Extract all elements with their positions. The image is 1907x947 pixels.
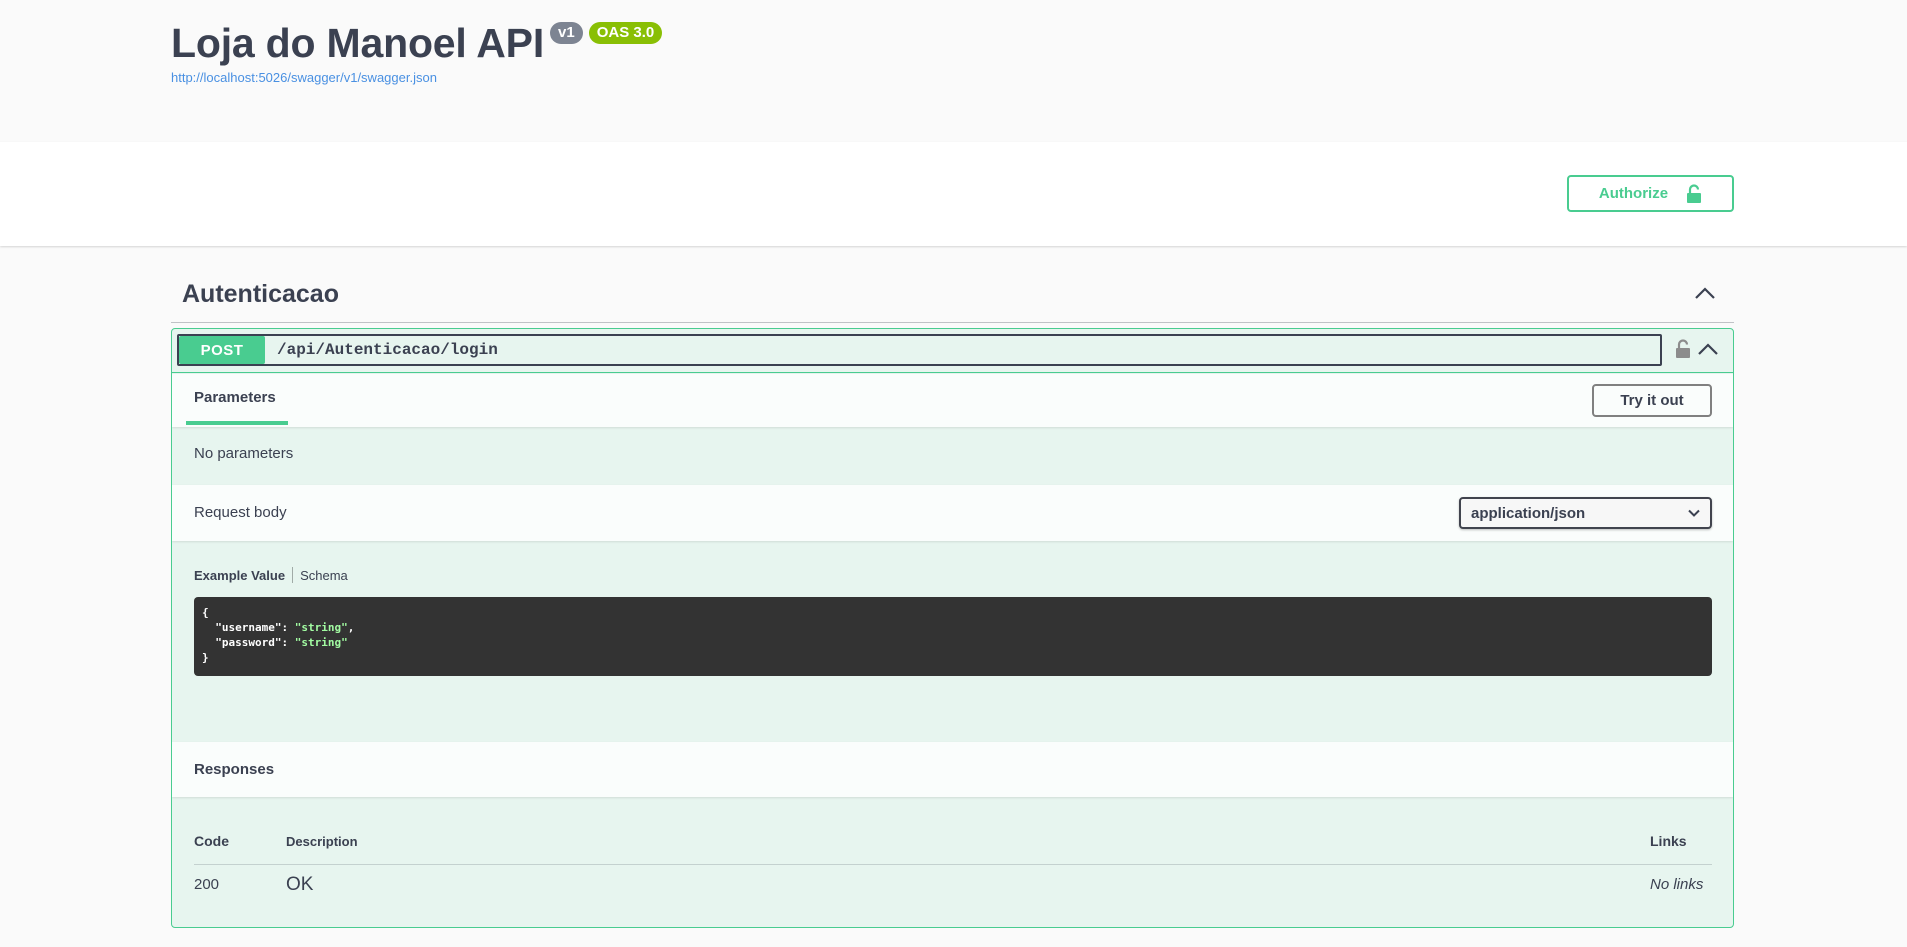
- scheme-container: Authorize: [0, 142, 1907, 246]
- response-row-code: 200: [194, 876, 220, 893]
- tab-schema[interactable]: Schema: [300, 568, 348, 583]
- chevron-up-icon[interactable]: [1694, 286, 1716, 300]
- content-type-select[interactable]: application/json: [1459, 497, 1712, 529]
- code-value-username: "string": [294, 621, 348, 634]
- code-key-username: "username": [202, 621, 282, 634]
- operation-block-post: POST /api/Autenticacao/login Parameters …: [171, 328, 1734, 928]
- model-tabs: Example Value Schema: [194, 567, 348, 583]
- code-brace-open: {: [202, 606, 209, 619]
- response-row-description: OK: [286, 874, 314, 895]
- authorize-button[interactable]: Authorize: [1567, 175, 1734, 212]
- operation-summary-control[interactable]: POST /api/Autenticacao/login: [177, 334, 1662, 366]
- code-value-password: "string": [294, 636, 348, 649]
- responses-header-description: Description: [286, 834, 358, 849]
- oas-version-badge: OAS 3.0: [588, 22, 663, 44]
- chevron-up-icon[interactable]: [1697, 342, 1719, 356]
- example-value-code: { "username": "string", "password": "str…: [194, 597, 1712, 676]
- operation-path: /api/Autenticacao/login: [277, 341, 498, 359]
- api-title: Loja do Manoel API: [171, 20, 545, 66]
- tag-section-header[interactable]: Autenticacao: [171, 270, 1734, 323]
- responses-header-links: Links: [1650, 833, 1687, 849]
- method-badge: POST: [179, 336, 265, 364]
- unlock-icon: [1687, 183, 1702, 203]
- version-badge: v1: [550, 22, 583, 44]
- responses-section-header: Responses: [172, 742, 1733, 797]
- response-row-links: No links: [1650, 876, 1704, 893]
- content-type-value: application/json: [1471, 504, 1586, 522]
- title-row: Loja do Manoel API v1 OAS 3.0: [171, 20, 663, 66]
- code-key-password: "password": [202, 636, 282, 649]
- tab-active-indicator: [186, 421, 288, 425]
- operation-summary[interactable]: POST /api/Autenticacao/login: [172, 329, 1733, 373]
- chevron-down-icon: [1688, 509, 1700, 517]
- tab-divider: [292, 567, 294, 583]
- tag-title: Autenticacao: [182, 280, 339, 308]
- tab-example-value[interactable]: Example Value: [194, 568, 285, 583]
- code-brace-close: }: [202, 651, 209, 664]
- unlock-icon[interactable]: [1675, 339, 1691, 359]
- responses-title: Responses: [194, 761, 275, 778]
- try-it-out-button[interactable]: Try it out: [1592, 384, 1712, 417]
- responses-header-code: Code: [194, 833, 229, 849]
- no-parameters-text: No parameters: [194, 445, 294, 462]
- authorize-label: Authorize: [1598, 185, 1669, 202]
- tab-parameters[interactable]: Parameters: [194, 389, 276, 406]
- request-body-label: Request body: [194, 504, 287, 521]
- parameters-section-header: Parameters Try it out: [172, 374, 1733, 427]
- api-info-header: Loja do Manoel API v1 OAS 3.0 http://loc…: [0, 0, 1907, 142]
- responses-header-divider: [194, 864, 1712, 865]
- spec-url-link[interactable]: http://localhost:5026/swagger/v1/swagger…: [171, 70, 437, 85]
- request-body-section-header: Request body application/json: [172, 485, 1733, 541]
